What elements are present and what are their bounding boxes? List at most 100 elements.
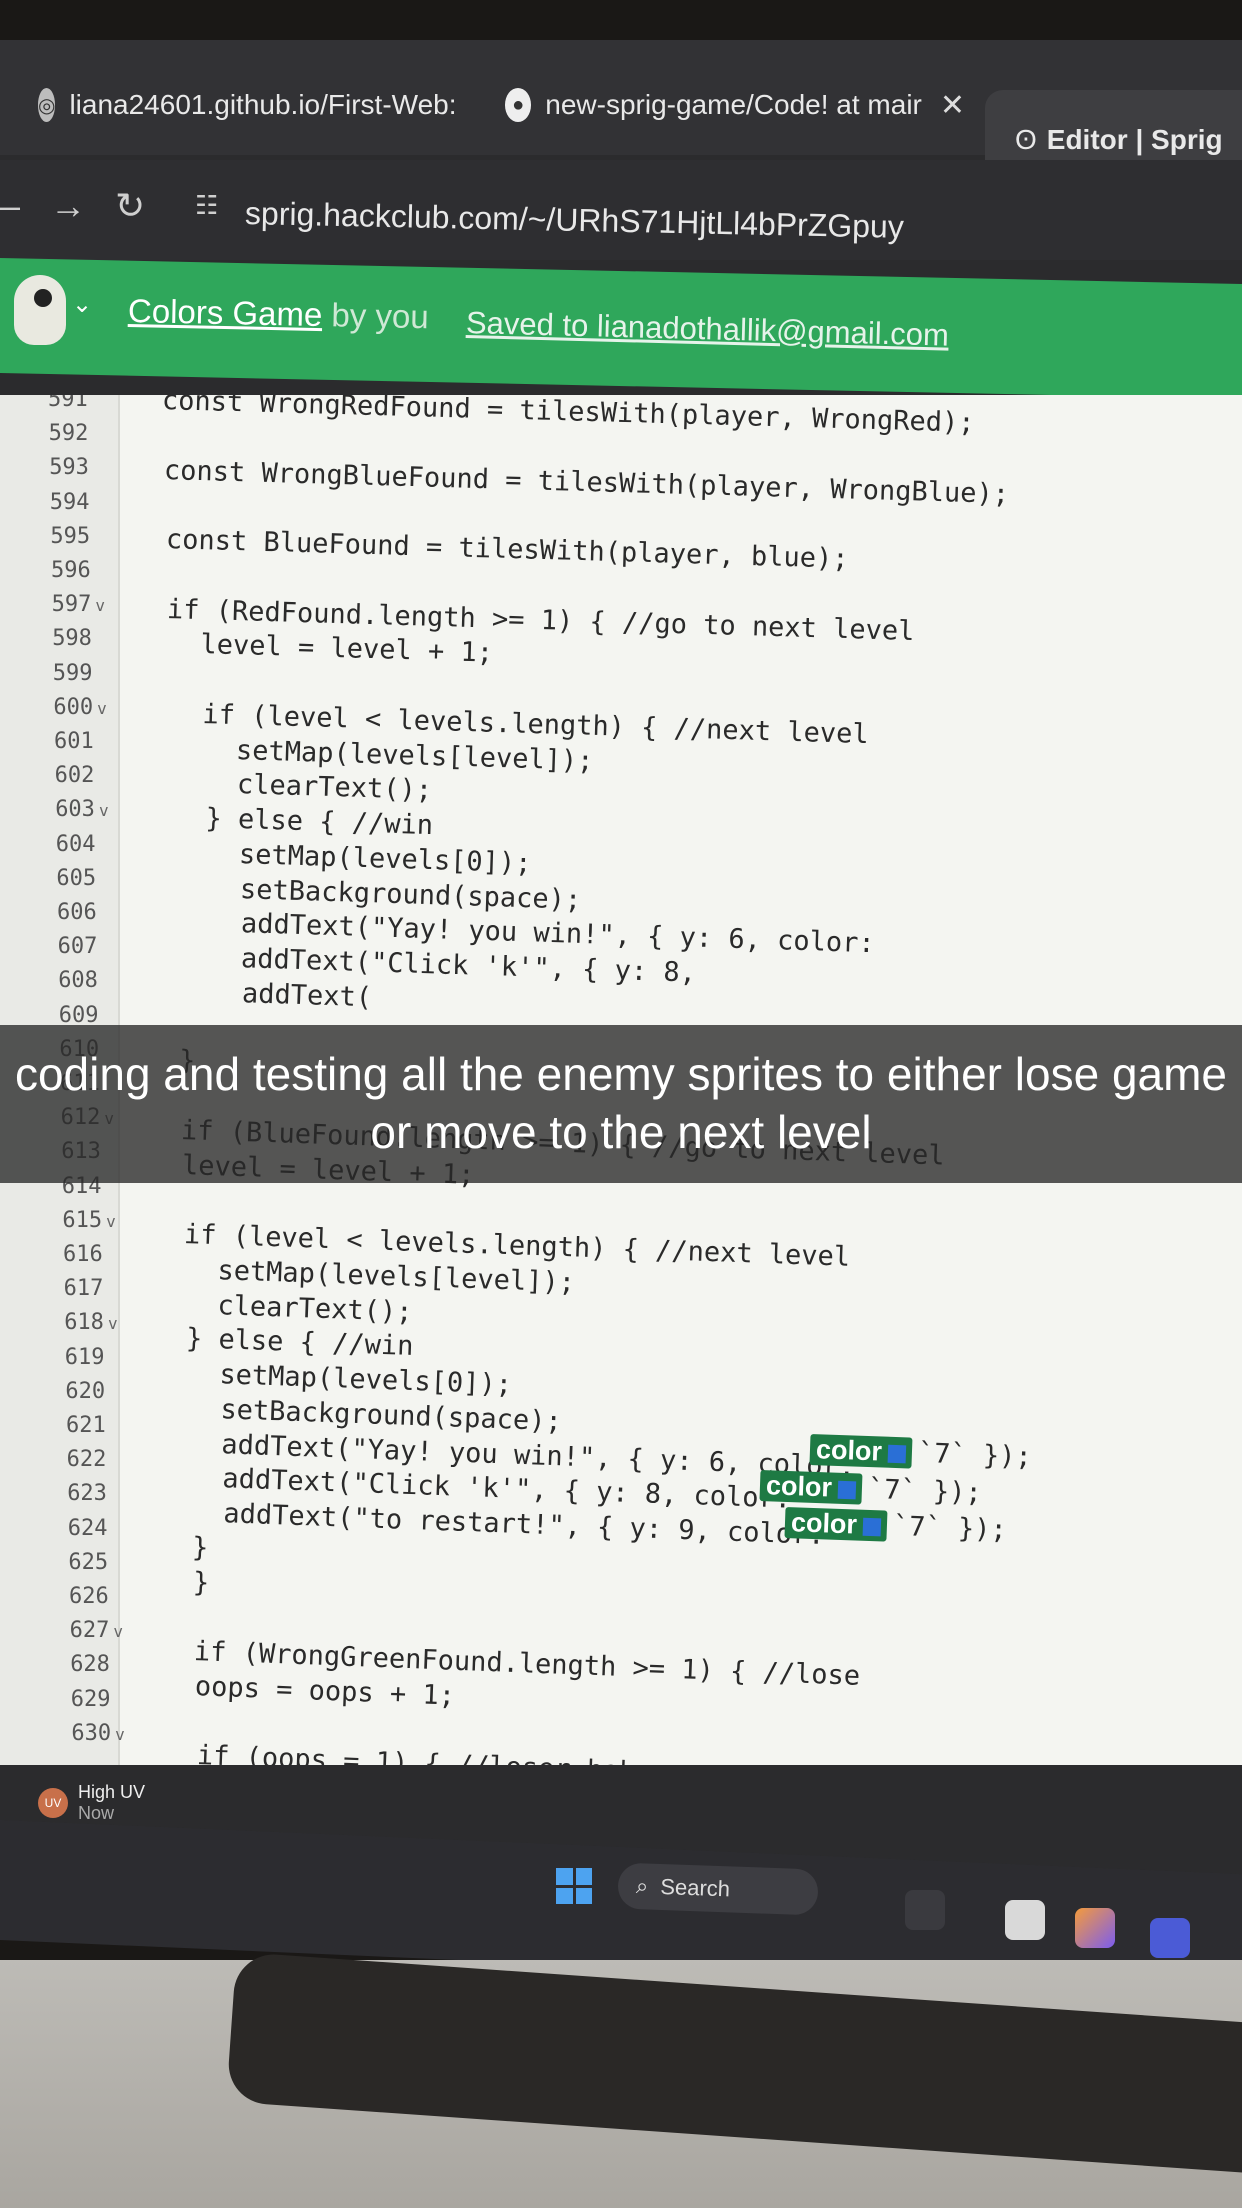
line-number: 616 xyxy=(63,1242,163,1267)
windows-start-icon[interactable] xyxy=(556,1868,592,1904)
line-number: 620 xyxy=(65,1379,165,1404)
color-swatch-icon xyxy=(862,1517,882,1537)
code-suffix: `7` }); xyxy=(867,1474,983,1509)
code-line[interactable]: } else { //win xyxy=(172,802,433,841)
code-line[interactable]: addText( xyxy=(177,976,373,1013)
line-number-text: 623 xyxy=(67,1481,107,1507)
color-pill[interactable]: color xyxy=(784,1507,888,1542)
fold-chevron-icon[interactable]: v xyxy=(97,699,107,718)
line-number-text: 598 xyxy=(52,626,92,652)
fold-chevron-icon[interactable]: v xyxy=(99,801,109,820)
fold-chevron-icon[interactable]: v xyxy=(95,596,105,615)
forward-arrow-icon[interactable]: → xyxy=(50,185,86,227)
line-number: 593 xyxy=(49,455,149,480)
code-line[interactable]: level = level + 1; xyxy=(168,628,493,669)
notification-title: High UV xyxy=(78,1782,146,1802)
caption-text: coding and testing all the enemy sprites… xyxy=(14,1048,1228,1158)
line-number: 592 xyxy=(49,421,149,446)
line-number-text: 600 xyxy=(53,694,94,720)
line-number-text: 593 xyxy=(49,455,89,481)
task-view-icon[interactable] xyxy=(905,1890,945,1930)
line-number: 603 v xyxy=(55,797,155,822)
reload-icon[interactable]: ↻ xyxy=(115,185,145,227)
fold-chevron-icon[interactable]: v xyxy=(108,1314,118,1333)
code-line[interactable]: } xyxy=(191,1532,208,1564)
line-number-text: 591 xyxy=(48,395,88,412)
game-name[interactable]: Colors Game xyxy=(128,292,323,333)
line-number-text: 599 xyxy=(52,660,93,686)
file-explorer-icon[interactable] xyxy=(1005,1900,1045,1940)
code-line[interactable]: const WrongRedFound = tilesWith(player, … xyxy=(162,395,975,439)
chevron-down-icon[interactable]: ⌄ xyxy=(72,290,92,319)
color-pill-label: color xyxy=(790,1507,858,1540)
fold-chevron-icon[interactable]: v xyxy=(113,1622,123,1641)
sprig-logo-icon[interactable] xyxy=(14,275,66,345)
code-suffix: `7` }); xyxy=(917,1437,1033,1473)
line-number: 600 v xyxy=(53,695,153,720)
code-line[interactable]: clearText(); xyxy=(171,767,432,806)
line-number-text: 620 xyxy=(65,1378,106,1404)
game-title[interactable]: Colors Game by you xyxy=(128,292,430,336)
teams-icon[interactable] xyxy=(1150,1918,1190,1958)
line-number: 615 v xyxy=(62,1208,162,1233)
color-swatch-icon xyxy=(887,1444,907,1463)
line-number: 630 v xyxy=(71,1721,171,1746)
line-number-text: 630 xyxy=(71,1720,112,1746)
line-number-text: 629 xyxy=(70,1686,111,1712)
line-number: 627 v xyxy=(70,1618,170,1643)
code-line[interactable]: if (oops = 1) { //loser haha xyxy=(197,1740,653,1765)
line-number: 628 xyxy=(70,1652,170,1677)
line-number-text: 592 xyxy=(48,421,89,447)
notification-time: Now xyxy=(78,1803,115,1823)
color-picker-widget[interactable]: color `7` }); xyxy=(759,1470,982,1509)
code-line[interactable]: const WrongBlueFound = tilesWith(player,… xyxy=(163,455,1009,510)
line-number: 598 xyxy=(52,626,152,651)
line-number: 596 xyxy=(51,558,151,583)
color-pill-label: color xyxy=(765,1470,833,1503)
site-settings-icon[interactable]: ☷ xyxy=(195,190,229,224)
line-number-text: 609 xyxy=(58,1002,99,1028)
copilot-icon[interactable] xyxy=(1075,1908,1115,1948)
code-line[interactable]: const BlueFound = tilesWith(player, blue… xyxy=(165,524,848,575)
code-line[interactable]: oops = oops + 1; xyxy=(195,1671,456,1712)
line-number: 624 xyxy=(68,1516,168,1541)
tab-label: new-sprig-game/Code! at mair xyxy=(545,89,922,120)
line-number-text: 606 xyxy=(57,900,97,925)
code-line[interactable]: clearText(); xyxy=(185,1289,413,1328)
line-number-text: 595 xyxy=(50,523,91,549)
line-number-text: 619 xyxy=(64,1344,105,1370)
line-number: 606 xyxy=(57,900,157,925)
tab-label: Editor | Sprig xyxy=(1046,124,1223,155)
code-line[interactable]: } xyxy=(192,1567,209,1599)
fold-chevron-icon[interactable]: v xyxy=(106,1212,116,1231)
line-number-text: 594 xyxy=(49,489,90,515)
line-number-text: 607 xyxy=(57,934,98,960)
line-number-text: 596 xyxy=(51,558,91,583)
line-number: 617 xyxy=(64,1276,164,1301)
line-number-text: 616 xyxy=(63,1242,103,1267)
weather-notification[interactable]: UV High UV Now xyxy=(38,1782,145,1824)
code-suffix: `7` }); xyxy=(892,1510,1008,1546)
line-number-text: 627 xyxy=(69,1618,110,1644)
line-number-text: 628 xyxy=(70,1652,110,1678)
back-arrow-icon[interactable]: – xyxy=(0,185,20,227)
line-number: 591 xyxy=(48,395,148,412)
close-icon[interactable]: ✕ xyxy=(940,88,965,123)
github-icon: ● xyxy=(505,88,532,122)
code-line[interactable]: } else { //win xyxy=(186,1323,415,1362)
tab-first-web[interactable]: ◎ liana24601.github.io/First-Web: ✕ xyxy=(38,65,468,145)
fold-chevron-icon[interactable]: v xyxy=(115,1725,125,1744)
taskbar-search[interactable]: ⌕ Search xyxy=(617,1862,819,1916)
line-number: 604 xyxy=(56,832,156,857)
search-icon: ⌕ xyxy=(635,1873,649,1899)
code-line[interactable]: setMap(levels[0]); xyxy=(173,837,531,879)
tab-github[interactable]: ● new-sprig-game/Code! at mair ✕ xyxy=(505,65,965,145)
line-number-text: 603 xyxy=(55,797,95,823)
color-pill[interactable]: color xyxy=(759,1470,863,1505)
line-number: 594 xyxy=(50,490,150,515)
line-number-text: 624 xyxy=(67,1515,108,1541)
line-number: 625 xyxy=(68,1550,168,1575)
color-pill[interactable]: color xyxy=(809,1433,913,1469)
line-number: 621 xyxy=(66,1413,166,1438)
line-number-text: 597 xyxy=(51,592,92,618)
